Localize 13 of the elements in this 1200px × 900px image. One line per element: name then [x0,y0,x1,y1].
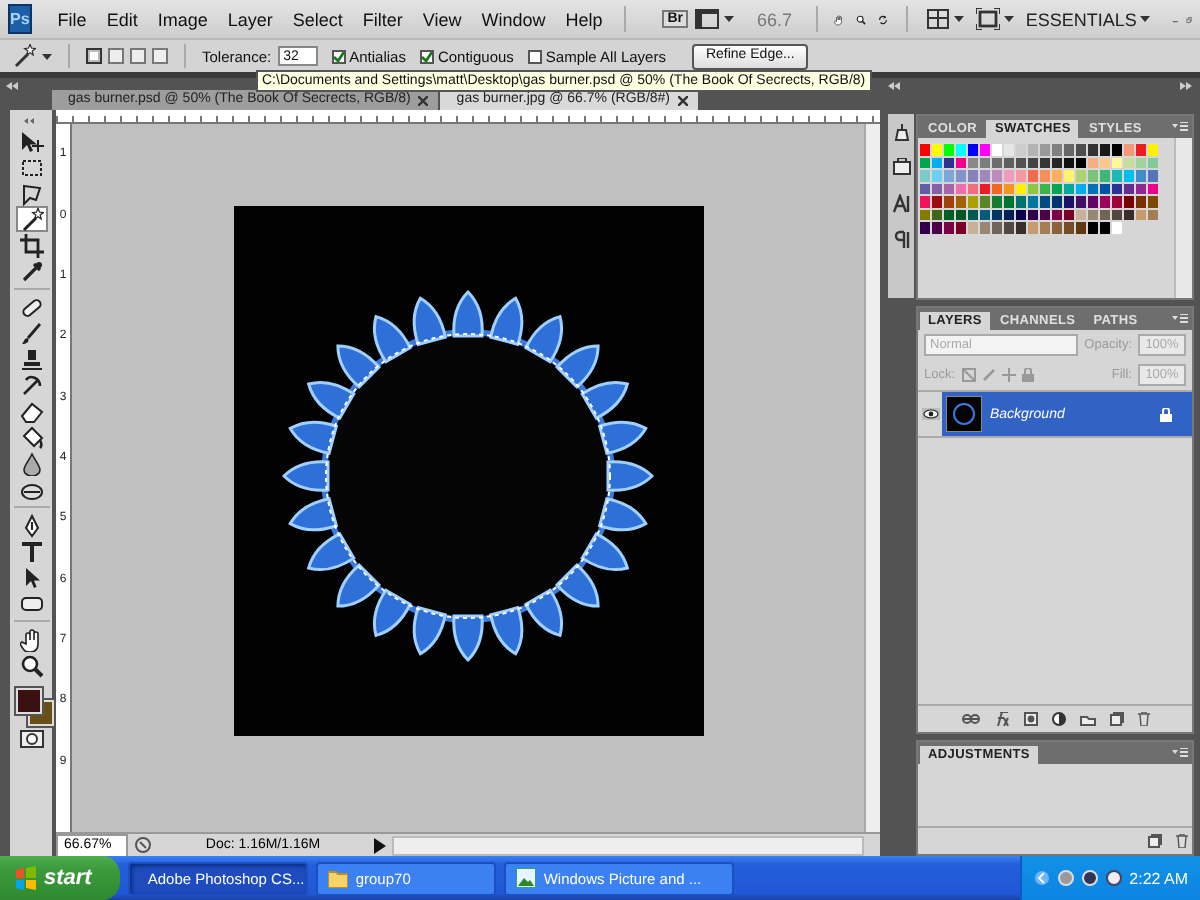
menu-item[interactable]: Image [147,9,218,29]
menu-item[interactable]: Layer [217,9,283,29]
menu-item[interactable]: Edit [96,9,148,29]
menu-item[interactable]: Window [471,9,556,29]
menu-item[interactable]: View [412,9,472,29]
menu-item[interactable]: Help [555,9,613,29]
workspace-switcher[interactable]: ESSENTIALS [1025,9,1137,29]
app-logo[interactable]: Ps [8,4,32,34]
start-button[interactable]: start [0,856,120,900]
menu-item[interactable]: Filter [352,9,413,29]
clock: 2:22 AM [1129,869,1188,887]
menu-item[interactable]: Select [282,9,353,29]
menu-item[interactable]: File [47,9,97,29]
